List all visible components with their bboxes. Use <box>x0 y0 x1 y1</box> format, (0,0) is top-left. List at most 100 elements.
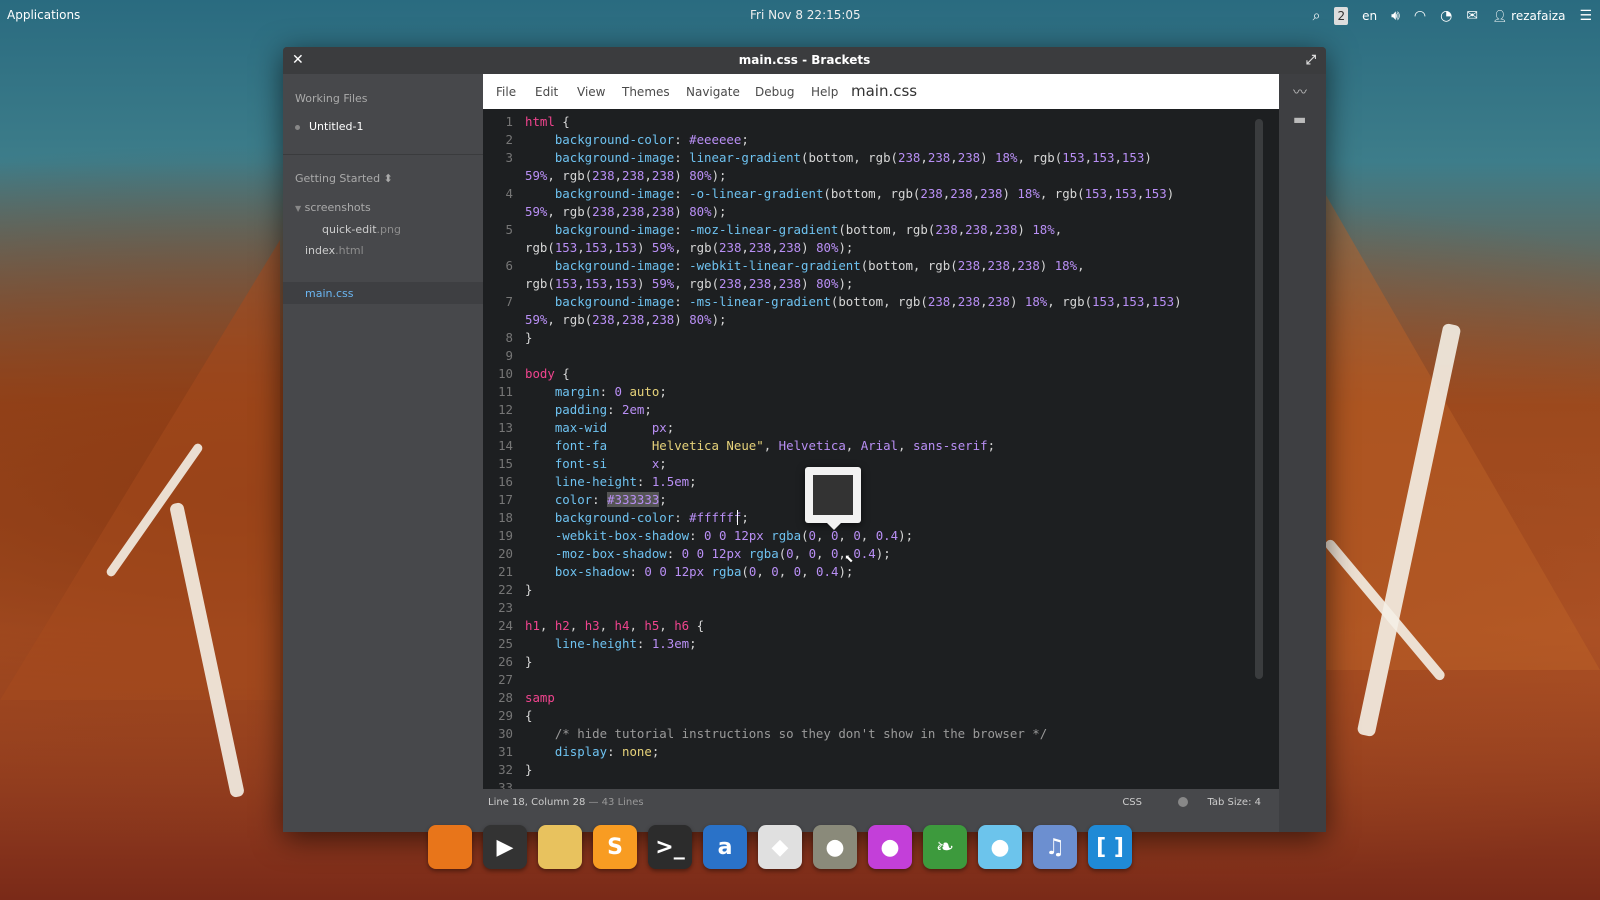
tab-size[interactable]: Tab Size: 4 <box>1207 797 1261 808</box>
menu-view[interactable]: View <box>577 85 605 99</box>
code-line: background-color: #ffffff; <box>554 510 749 525</box>
mail-icon[interactable]: ✉ <box>1466 7 1478 25</box>
line-number: 28 <box>498 690 513 705</box>
file-ext: .html <box>335 244 364 257</box>
line-number: 21 <box>498 564 513 579</box>
user-name: rezafaiza <box>1511 9 1566 23</box>
code-line: body { <box>525 366 570 381</box>
clock[interactable]: Fri Nov 8 22:15:05 <box>750 8 861 22</box>
line-number: 32 <box>498 762 513 777</box>
chat-icon[interactable]: ● <box>868 825 912 869</box>
code-line: { <box>525 708 533 723</box>
close-icon[interactable]: ✕ <box>292 47 304 74</box>
line-number: 11 <box>498 384 513 399</box>
user-menu[interactable]: 👤︎ rezafaiza <box>1492 7 1565 25</box>
wifi-icon[interactable]: ◠ <box>1414 7 1426 25</box>
maximize-icon[interactable]: ⤢ <box>1306 47 1316 74</box>
line-number: 26 <box>498 654 513 669</box>
popup-tip <box>827 523 841 530</box>
text-cursor <box>737 510 738 525</box>
line-number: 13 <box>498 420 513 435</box>
code-line: } <box>525 762 533 777</box>
color-swatch <box>813 475 853 515</box>
user-icon: 👤︎ <box>1492 9 1508 23</box>
line-number: 9 <box>505 348 513 363</box>
menu-icon[interactable]: ☰ <box>1579 7 1592 25</box>
menu-navigate[interactable]: Navigate <box>686 85 740 99</box>
gimp-icon[interactable]: ● <box>813 825 857 869</box>
code-line: background-image: -webkit-linear-gradien… <box>554 258 1085 273</box>
line-count: — 43 Lines <box>585 797 644 808</box>
wallpaper-shape <box>1300 150 1600 670</box>
code-line: line-height: 1.5em; <box>554 474 697 489</box>
music-icon[interactable]: ♫ <box>1033 825 1077 869</box>
code-line: h1, h2, h3, h4, h5, h6 { <box>525 618 705 633</box>
line-number: 31 <box>498 744 513 759</box>
code-line: } <box>525 330 533 345</box>
line-number: 14 <box>498 438 513 453</box>
workspace-indicator[interactable]: 2 <box>1334 7 1349 25</box>
menu-help[interactable]: Help <box>811 85 838 99</box>
working-file-item[interactable]: Untitled-1 <box>295 120 363 133</box>
language-mode[interactable]: CSS <box>1122 797 1142 808</box>
files-folder-icon[interactable] <box>538 825 582 869</box>
code-line: background-image: -ms-linear-gradient(bo… <box>554 294 1182 309</box>
window-title: main.css - Brackets <box>738 53 871 67</box>
video-camera-icon[interactable]: ▶ <box>483 825 527 869</box>
language-indicator[interactable]: en <box>1362 7 1377 25</box>
code-line: background-image: -moz-linear-gradient(b… <box>554 222 1063 237</box>
folder-screenshots[interactable]: ▼ screenshots <box>295 201 371 214</box>
window-titlebar[interactable]: ✕ main.css - Brackets ⤢ <box>283 47 1326 74</box>
menu-file[interactable]: File <box>496 85 516 99</box>
cursor-position: Line 18, Column 28 — 43 Lines <box>488 797 644 808</box>
project-dropdown[interactable]: Getting Started ⬍ <box>295 172 393 185</box>
live-preview-icon[interactable]: 〰 <box>1293 82 1307 102</box>
file-quick-edit[interactable]: quick-edit.png <box>322 223 401 236</box>
line-number: 2 <box>505 132 513 147</box>
code-line: rgb(153,153,153) 59%, rgb(238,238,238) 8… <box>525 240 854 255</box>
search-icon[interactable]: ⌕ <box>1313 7 1321 25</box>
code-line: samp <box>525 690 555 705</box>
volume-icon[interactable]: 🔊︎ <box>1391 7 1400 25</box>
sublime-text-icon[interactable]: S <box>593 825 637 869</box>
menu-themes[interactable]: Themes <box>622 85 670 99</box>
top-panel: Applications Fri Nov 8 22:15:05 ⌕ 2 en 🔊… <box>0 0 1600 32</box>
menu-edit[interactable]: Edit <box>535 85 558 99</box>
working-files-heading: Working Files <box>295 92 368 105</box>
file-index-html[interactable]: index.html <box>305 244 364 257</box>
brackets-icon[interactable]: [ ] <box>1088 825 1132 869</box>
line-number: 15 <box>498 456 513 471</box>
line-number: 10 <box>498 366 513 381</box>
line-number: 27 <box>498 672 513 687</box>
unsaved-dot-icon <box>295 124 300 130</box>
code-line: background-image: linear-gradient(bottom… <box>554 150 1152 165</box>
code-line: -webkit-box-shadow: 0 0 12px rgba(0, 0, … <box>554 528 914 543</box>
triangle-down-icon: ▼ <box>295 204 302 213</box>
lint-status-icon[interactable] <box>1178 797 1188 807</box>
firefox-icon[interactable] <box>428 825 472 869</box>
app-store-icon[interactable]: a <box>703 825 747 869</box>
file-main-css-label: main.css <box>305 287 354 300</box>
code-line: 59%, rgb(238,238,238) 80%); <box>525 204 727 219</box>
menu-debug[interactable]: Debug <box>755 85 794 99</box>
inkscape-icon[interactable]: ◆ <box>758 825 802 869</box>
code-line: color: #333333; <box>554 492 667 507</box>
applications-menu[interactable]: Applications <box>7 8 80 22</box>
line-number: 16 <box>498 474 513 489</box>
code-editor[interactable]: 1 2 3 4 5 6 7 8 9 10 11 12 13 14 15 16 17 18 19 20 21 22 23 24 2… <box>483 109 1279 789</box>
dock: ▶ S >_ a ◆ ● ● ❧ ● ♫[ ] <box>428 825 1132 877</box>
line-number: 19 <box>498 528 513 543</box>
file-name: index <box>305 244 336 257</box>
extension-manager-icon[interactable]: ▬ <box>1293 112 1306 128</box>
vertical-scrollbar[interactable] <box>1255 119 1263 679</box>
code-line: font-si x; <box>554 456 667 471</box>
line-number: 6 <box>505 258 513 273</box>
code-line: } <box>525 582 533 597</box>
leaf-icon[interactable]: ❧ <box>923 825 967 869</box>
current-file-title: main.css <box>851 82 918 100</box>
terminal-icon[interactable]: >_ <box>648 825 692 869</box>
twitter-bird-icon[interactable]: ● <box>978 825 1022 869</box>
cursor-position-text: Line 18, Column 28 <box>488 797 586 808</box>
power-icon[interactable]: ◔ <box>1440 7 1452 25</box>
sidebar: Working Files Untitled-1 Getting Started… <box>283 74 483 832</box>
